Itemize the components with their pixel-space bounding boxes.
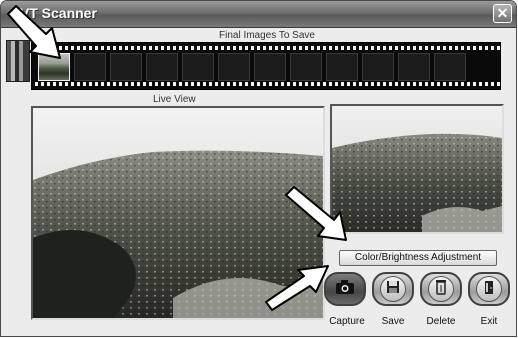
arrow-to-capture-button	[265, 265, 329, 311]
annotation-arrows	[7, 5, 347, 311]
arrow-to-filmstrip	[7, 5, 61, 59]
arrow-to-adjust-button	[285, 186, 347, 241]
